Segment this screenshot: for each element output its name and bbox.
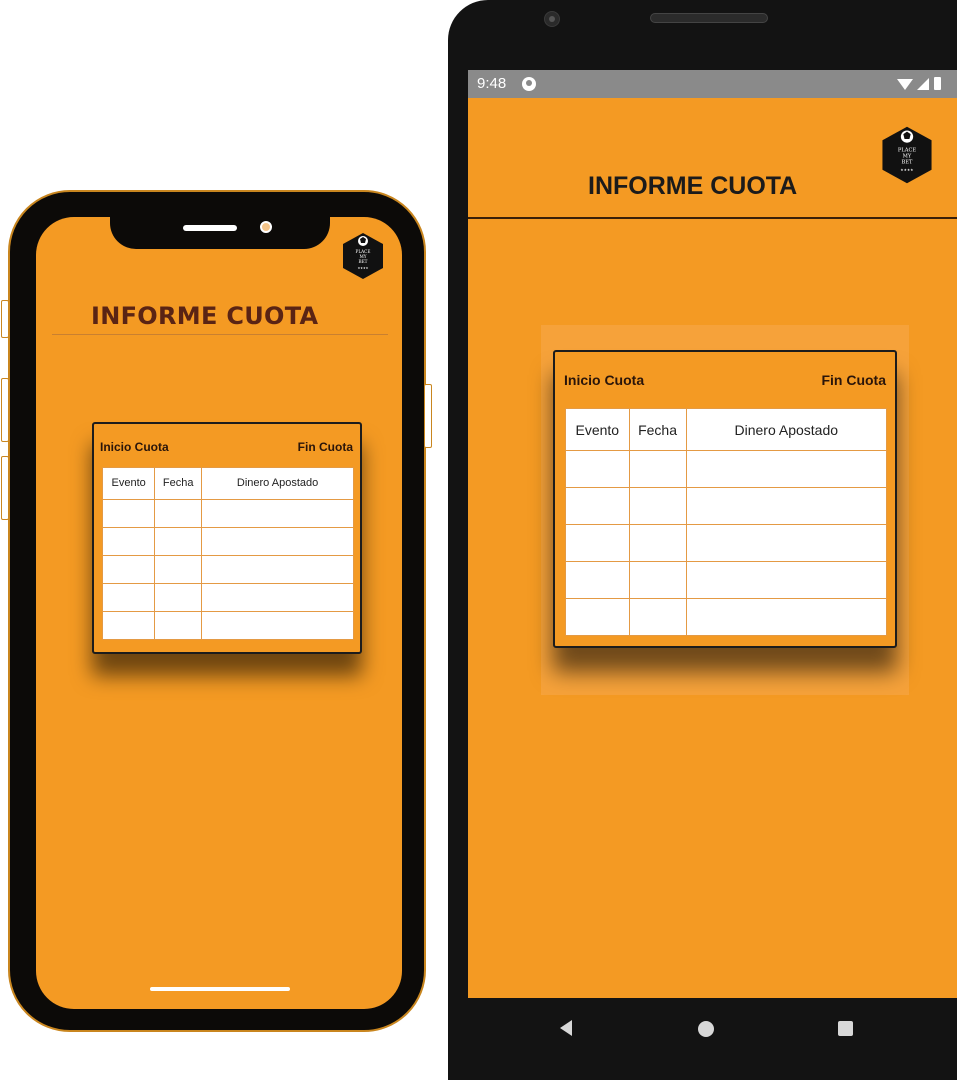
earpiece-speaker [650, 13, 768, 23]
table-cell [628, 598, 687, 636]
iphone-mockup: PLACE MY BET ★★★★ INFORME CUOTA Inicio C… [1, 190, 432, 1032]
android-screen: 9:48 PLACE MY BET ★★★★ INFORME CUOTA Ini… [468, 70, 957, 998]
table-cell [101, 583, 156, 612]
table-cell [201, 527, 354, 556]
table-cell [685, 598, 888, 636]
column-header-amount: Dinero Apostado [685, 408, 888, 451]
table-cell [201, 611, 354, 640]
column-header-event: Evento [565, 408, 630, 451]
front-camera [260, 221, 272, 233]
table-cell [101, 555, 156, 584]
table-cell [565, 598, 630, 636]
page-title: INFORME CUOTA [588, 172, 798, 200]
table-cell [201, 583, 354, 612]
table-row [101, 611, 354, 640]
table-cell [685, 450, 888, 488]
table-cell [154, 527, 203, 556]
table-cell [154, 611, 203, 640]
volume-up-button [1, 378, 9, 442]
header-divider [468, 217, 957, 219]
wifi-icon [897, 79, 913, 90]
quota-report-card: Inicio Cuota Fin Cuota Evento Fecha Dine… [553, 350, 897, 648]
table-cell [565, 561, 630, 599]
table-cell [565, 487, 630, 525]
home-icon[interactable] [698, 1021, 714, 1037]
table-cell [628, 561, 687, 599]
table-cell [101, 499, 156, 528]
svg-text:MY: MY [903, 153, 912, 159]
svg-text:★★★★: ★★★★ [900, 168, 914, 172]
table-cell [628, 524, 687, 562]
power-button [424, 384, 432, 448]
column-header-date: Fecha [628, 408, 687, 451]
android-mockup: 9:48 PLACE MY BET ★★★★ INFORME CUOTA Ini… [448, 0, 957, 1080]
svg-text:BET: BET [902, 160, 914, 166]
svg-text:★★★★: ★★★★ [358, 266, 369, 270]
table-cell [565, 524, 630, 562]
status-icons [896, 76, 944, 97]
front-camera [544, 11, 560, 27]
table-row [565, 487, 888, 525]
speaker [183, 225, 237, 231]
column-header-amount: Dinero Apostado [201, 467, 354, 500]
bets-table: Evento Fecha Dinero Apostado [565, 408, 888, 636]
table-cell [685, 561, 888, 599]
table-row [565, 561, 888, 599]
battery-icon [934, 77, 941, 90]
table-row [101, 555, 354, 584]
table-cell [628, 450, 687, 488]
recents-icon[interactable] [838, 1021, 853, 1036]
mute-switch [1, 300, 9, 338]
end-quota-label: Fin Cuota [821, 372, 886, 388]
table-row [565, 598, 888, 636]
table-cell [101, 527, 156, 556]
table-row [101, 499, 354, 528]
volume-down-button [1, 456, 9, 520]
table-row [565, 450, 888, 488]
place-my-bet-logo: PLACE MY BET ★★★★ [341, 231, 385, 286]
iphone-screen: PLACE MY BET ★★★★ INFORME CUOTA Inicio C… [36, 217, 402, 1009]
column-header-date: Fecha [154, 467, 203, 500]
start-quota-label: Inicio Cuota [564, 372, 645, 388]
table-header-row: Evento Fecha Dinero Apostado [565, 408, 888, 451]
place-my-bet-logo: PLACE MY BET ★★★★ [880, 124, 934, 191]
notification-icon [522, 77, 536, 91]
table-cell [685, 487, 888, 525]
table-cell [154, 555, 203, 584]
start-quota-label: Inicio Cuota [100, 440, 169, 454]
svg-text:PLACE: PLACE [898, 147, 917, 153]
column-header-event: Evento [101, 467, 156, 500]
table-cell [154, 499, 203, 528]
page-title: INFORME CUOTA [91, 302, 319, 330]
end-quota-label: Fin Cuota [297, 440, 353, 454]
quota-report-card: Inicio Cuota Fin Cuota Evento Fecha Dine… [92, 422, 362, 654]
table-cell [628, 487, 687, 525]
table-cell [201, 555, 354, 584]
table-row [101, 527, 354, 556]
table-row [101, 583, 354, 612]
status-bar: 9:48 [468, 70, 957, 98]
header-divider [52, 334, 388, 335]
signal-icon [917, 78, 929, 90]
status-time: 9:48 [477, 75, 507, 92]
navigation-bar [468, 998, 957, 1068]
svg-text:BET: BET [359, 259, 368, 264]
home-indicator[interactable] [150, 987, 290, 991]
table-cell [154, 583, 203, 612]
notch [110, 217, 330, 249]
back-icon[interactable] [560, 1020, 572, 1036]
table-cell [201, 499, 354, 528]
bets-table: Evento Fecha Dinero Apostado [101, 467, 354, 640]
table-header-row: Evento Fecha Dinero Apostado [101, 467, 354, 500]
table-cell [101, 611, 156, 640]
table-cell [685, 524, 888, 562]
table-cell [565, 450, 630, 488]
table-row [565, 524, 888, 562]
